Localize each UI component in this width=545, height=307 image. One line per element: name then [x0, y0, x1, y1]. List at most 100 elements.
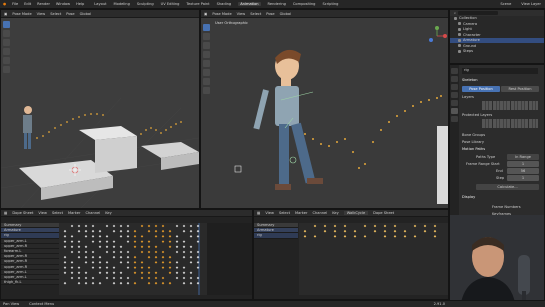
tab-shading[interactable]: Shading [217, 2, 232, 6]
menu-window[interactable]: Window [56, 2, 70, 6]
pivot-selector[interactable]: Global [280, 12, 291, 16]
mode-selector[interactable]: Pose Mode [212, 12, 231, 16]
menu-channel[interactable]: Channel [312, 211, 327, 215]
tab-modeling[interactable]: Modeling [114, 2, 130, 6]
frame-range-end-label: End [496, 169, 503, 173]
paths-type-dropdown[interactable]: In Range [507, 154, 539, 160]
protected-layers-label: Protected Layers [462, 113, 493, 117]
blender-logo-icon[interactable]: ● [3, 2, 6, 6]
properties-panel: rig Skeleton Pose Position Rest Position… [449, 64, 545, 307]
tab-sculpting[interactable]: Sculpting [137, 2, 154, 6]
dopesheet-editor[interactable]: ▦ Dope Sheet View Select Marker Channel … [0, 209, 253, 300]
viewport-right[interactable]: ▣ Pose Mode View Select Pose Global User… [200, 9, 449, 209]
menu-view[interactable]: View [265, 211, 274, 215]
object-name-field[interactable]: rig [462, 68, 538, 74]
frame-range-start-field[interactable]: 1 [507, 161, 539, 167]
scene-tab-icon[interactable] [451, 92, 458, 98]
tab-uv-editing[interactable]: UV Editing [161, 2, 180, 6]
menu-select[interactable]: Select [52, 211, 63, 215]
menu-view[interactable]: View [237, 12, 246, 16]
menu-key[interactable]: Key [332, 211, 339, 215]
timeline-keyframe-area[interactable] [299, 223, 449, 295]
camera-icon [458, 22, 461, 26]
outliner-search-input[interactable] [458, 10, 499, 15]
tab-scripting[interactable]: Scripting [322, 2, 338, 6]
frame-range-start-label: Frame Range Start [466, 162, 500, 166]
motion-paths-section[interactable]: Motion Paths [462, 147, 485, 151]
step-field[interactable]: 1 [507, 175, 539, 181]
menu-pose[interactable]: Pose [66, 12, 74, 16]
tool-tab-icon[interactable] [451, 68, 458, 74]
tab-rendering[interactable]: Rendering [268, 2, 286, 6]
menu-key[interactable]: Key [105, 211, 112, 215]
menu-render[interactable]: Render [37, 2, 50, 6]
editor-type-icon[interactable]: ▣ [4, 12, 7, 16]
filter-icon[interactable]: ⌕ [454, 11, 456, 15]
viewport-right-header: ▣ Pose Mode View Select Pose Global [201, 10, 448, 18]
outliner-row-label: Light [463, 27, 472, 32]
output-tab-icon[interactable] [451, 84, 458, 90]
layers-grid[interactable] [482, 101, 538, 110]
tab-texture-paint[interactable]: Texture Paint [186, 2, 209, 6]
editor-type-icon[interactable]: ▣ [204, 12, 207, 16]
viewport-left[interactable]: ▣ Pose Mode View Select Pose Global [0, 9, 200, 209]
scene-selectors: Scene View Layer [500, 2, 545, 6]
character-right[interactable] [253, 49, 323, 190]
tab-compositing[interactable]: Compositing [293, 2, 316, 6]
mode-selector[interactable]: Pose Mode [12, 12, 31, 16]
action-name-field[interactable]: WalkCycle [343, 211, 369, 215]
top-bar: ● File Edit Render Window Help Layout Mo… [0, 0, 545, 9]
outliner-row-label: Ground [463, 43, 477, 48]
skeleton-section-header[interactable]: Skeleton [462, 78, 478, 82]
rest-position-button[interactable]: Rest Position [501, 86, 539, 92]
editor-type-icon[interactable]: ▦ [4, 211, 7, 215]
dopesheet-keyframe-area[interactable] [59, 223, 253, 295]
tab-layout[interactable]: Layout [94, 2, 106, 6]
outliner-row[interactable]: Steps [450, 49, 544, 55]
bone-tab-icon[interactable] [451, 116, 458, 122]
calculate-paths-button[interactable]: Calculate... [476, 184, 539, 190]
menu-select[interactable]: Select [250, 12, 261, 16]
viewport-left-scene [1, 97, 199, 208]
bone-groups-section[interactable]: Bone Groups [462, 133, 485, 137]
menu-view[interactable]: View [37, 12, 46, 16]
dopesheet-header: ▦ Dope Sheet View Select Marker Channel … [1, 210, 252, 217]
scene-selector[interactable]: Scene [500, 2, 511, 6]
menu-view[interactable]: View [38, 211, 47, 215]
menu-edit[interactable]: Edit [24, 2, 31, 6]
menu-channel[interactable]: Channel [85, 211, 100, 215]
editor-type-icon[interactable]: ▦ [257, 211, 260, 215]
protected-layers-grid[interactable] [482, 119, 538, 128]
menu-file[interactable]: File [12, 2, 18, 6]
menu-marker[interactable]: Marker [295, 211, 307, 215]
3d-cursor-icon[interactable] [234, 165, 242, 173]
display-section[interactable]: Display [462, 195, 475, 199]
status-hint-pan: Pan View [3, 302, 20, 306]
menu-select[interactable]: Select [50, 12, 61, 16]
dopesheet-mode-selector[interactable]: Dope Sheet [12, 211, 33, 215]
menu-select[interactable]: Select [279, 211, 290, 215]
pose-library-section[interactable]: Pose Library [462, 140, 484, 144]
channel-row[interactable]: rig [254, 233, 298, 239]
timeline-mode-selector[interactable]: Dope Sheet [373, 211, 394, 215]
pivot-selector[interactable]: Global [80, 12, 91, 16]
menu-pose[interactable]: Pose [266, 12, 274, 16]
object-tab-icon[interactable] [451, 100, 458, 106]
tab-animation[interactable]: Animation [238, 2, 261, 6]
viewport-right-scene [234, 49, 448, 204]
frame-range-end-field[interactable]: 56 [507, 168, 539, 174]
outliner-row-label: Armature [463, 38, 480, 43]
pose-position-button[interactable]: Pose Position [462, 86, 500, 92]
channel-row[interactable]: thigh_fk.L [1, 280, 59, 286]
character-left[interactable] [23, 106, 32, 149]
frame-numbers-checkbox[interactable]: Frame Numbers [492, 205, 521, 209]
timeline-editor[interactable]: ▦ View Select Marker Channel Key WalkCyc… [253, 209, 449, 300]
armature-data-tab-icon[interactable] [451, 108, 458, 114]
menu-marker[interactable]: Marker [68, 211, 80, 215]
stair-block[interactable] [437, 126, 448, 204]
render-tab-icon[interactable] [451, 76, 458, 82]
outliner-row-label: Character [463, 32, 481, 37]
view-layer-selector[interactable]: View Layer [521, 2, 541, 6]
menu-help[interactable]: Help [76, 2, 84, 6]
step-block-2-front [95, 136, 137, 173]
